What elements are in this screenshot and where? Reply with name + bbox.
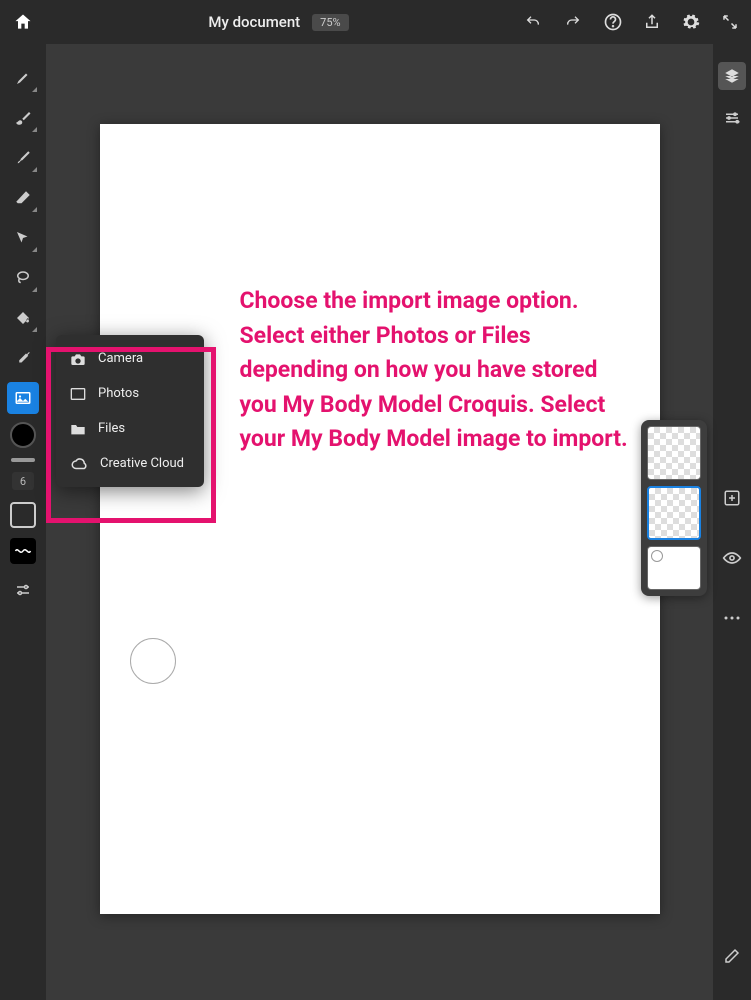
sliders-icon — [723, 109, 741, 127]
gear-icon — [681, 12, 701, 32]
right-panel — [713, 44, 751, 1000]
popup-item-files[interactable]: Files — [56, 411, 204, 446]
undo-button[interactable] — [523, 14, 543, 30]
canvas-area: Choose the import image option. Select e… — [46, 44, 713, 1000]
brush-tool[interactable] — [7, 102, 39, 134]
lasso-icon — [14, 269, 32, 287]
help-button[interactable] — [603, 12, 623, 32]
topbar-center: My document 75% — [34, 13, 523, 31]
edit-button[interactable] — [718, 942, 746, 970]
visibility-button[interactable] — [718, 544, 746, 572]
expand-icon — [721, 13, 739, 31]
dots-icon — [723, 615, 741, 621]
fullscreen-button[interactable] — [721, 13, 739, 31]
image-icon — [14, 389, 32, 407]
instruction-text: Choose the import image option. Select e… — [240, 284, 630, 457]
eraser-tool[interactable] — [7, 182, 39, 214]
layer-thumb-selected[interactable] — [647, 486, 701, 540]
camera-icon — [70, 352, 86, 366]
move-tool[interactable] — [7, 222, 39, 254]
brush-size-value[interactable]: 6 — [12, 472, 34, 490]
home-button[interactable] — [12, 11, 34, 33]
image-import-tool[interactable] — [7, 382, 39, 414]
redo-button[interactable] — [563, 14, 583, 30]
zoom-level[interactable]: 75% — [312, 14, 348, 31]
popup-item-camera[interactable]: Camera — [56, 341, 204, 376]
adjustments-tool[interactable] — [7, 574, 39, 606]
popup-item-label: Creative Cloud — [100, 456, 184, 471]
eyedropper-tool[interactable] — [7, 342, 39, 374]
home-icon — [13, 12, 33, 32]
bucket-icon — [14, 309, 32, 327]
layers-icon — [723, 67, 741, 85]
pencil-icon — [723, 947, 741, 965]
layer-thumb[interactable] — [647, 426, 701, 480]
color-swatch[interactable] — [10, 422, 36, 448]
layers-panel-button[interactable] — [718, 62, 746, 90]
files-icon — [70, 422, 86, 436]
eraser-icon — [14, 189, 32, 207]
import-popup: Camera Photos Files Creative Cloud — [56, 335, 204, 487]
eyedropper-icon — [14, 349, 32, 367]
more-options-button[interactable] — [718, 604, 746, 632]
plus-box-icon — [723, 489, 741, 507]
topbar-right — [523, 12, 739, 32]
topbar: My document 75% — [0, 0, 751, 44]
shape-tool[interactable] — [10, 502, 36, 528]
wave-icon — [14, 546, 32, 556]
paint-brush-tool[interactable] — [7, 142, 39, 174]
left-toolbar: 6 — [0, 44, 46, 1000]
brush-icon — [14, 109, 32, 127]
cc-icon — [70, 457, 88, 471]
sliders-icon — [14, 581, 32, 599]
share-icon — [643, 12, 661, 32]
add-layer-button[interactable] — [718, 484, 746, 512]
settings-button[interactable] — [681, 12, 701, 32]
popup-item-label: Photos — [98, 386, 139, 401]
move-icon — [14, 229, 32, 247]
pixel-brush-tool[interactable] — [7, 62, 39, 94]
properties-panel-button[interactable] — [718, 104, 746, 132]
popup-item-creative-cloud[interactable]: Creative Cloud — [56, 446, 204, 481]
brush-cursor — [130, 638, 176, 684]
redo-icon — [563, 14, 583, 30]
popup-item-photos[interactable]: Photos — [56, 376, 204, 411]
undo-icon — [523, 14, 543, 30]
photos-icon — [70, 387, 86, 401]
popup-item-label: Files — [98, 421, 125, 436]
fill-tool[interactable] — [7, 302, 39, 334]
document-title[interactable]: My document — [208, 13, 300, 31]
brush-size-preview[interactable] — [11, 458, 35, 462]
effects-tool[interactable] — [10, 538, 36, 564]
eye-icon — [722, 551, 742, 565]
paint-brush-icon — [14, 149, 32, 167]
layer-thumb[interactable] — [647, 546, 701, 590]
share-button[interactable] — [643, 12, 661, 32]
help-icon — [603, 12, 623, 32]
lasso-tool[interactable] — [7, 262, 39, 294]
popup-item-label: Camera — [98, 351, 143, 366]
layers-thumbnails — [641, 420, 707, 596]
canvas[interactable]: Choose the import image option. Select e… — [100, 124, 660, 914]
pixel-brush-icon — [14, 69, 32, 87]
